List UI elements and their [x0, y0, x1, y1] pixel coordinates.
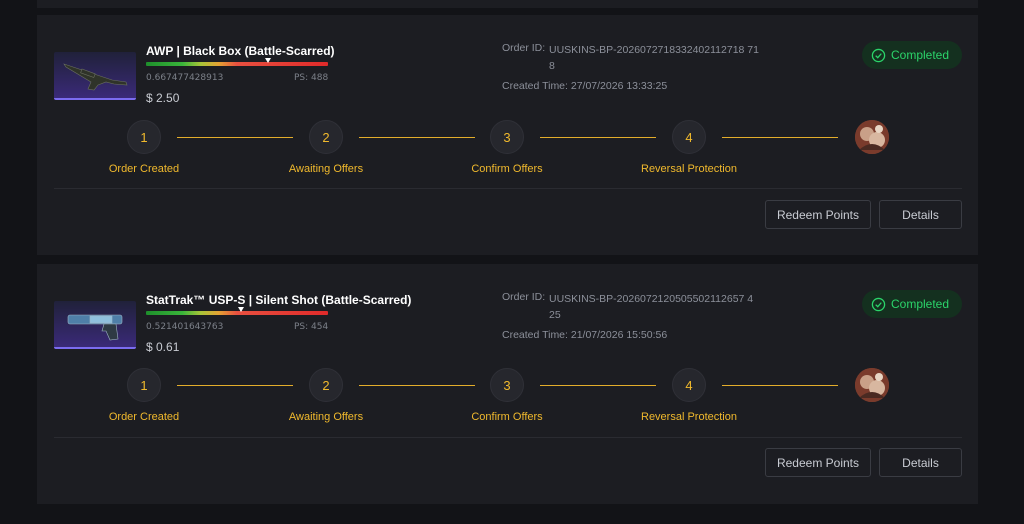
status-text: Completed [891, 48, 950, 62]
step-circle: 3 [490, 368, 524, 402]
created-time: Created Time: 21/07/2026 15:50:56 [502, 329, 668, 341]
order-id: UUSKINS-BP-2026072120505502112657 4 25 [549, 291, 759, 323]
user-avatar-icon [855, 120, 889, 154]
step-label: Reversal Protection [641, 163, 737, 175]
previous-order-card [37, 0, 978, 8]
check-circle-icon [871, 48, 886, 62]
avatar[interactable] [855, 368, 889, 402]
order-card: AWP | Black Box (Battle-Scarred) 0.66747… [37, 15, 978, 255]
step-connector [722, 137, 838, 138]
status-badge: Completed [862, 41, 962, 69]
step-circle: 4 [672, 368, 706, 402]
created-time: Created Time: 27/07/2026 13:33:25 [502, 80, 668, 92]
order-id-line: UUSKINS-BP-2026072120505502112657 4 [549, 293, 754, 305]
order-id-line: 25 [549, 309, 561, 321]
step-circle: 2 [309, 368, 343, 402]
status-badge: Completed [862, 290, 962, 318]
wear-bar [146, 62, 328, 66]
item-price: $ 2.50 [146, 91, 180, 105]
float-value: 0.521401643763 [146, 322, 224, 332]
step-connector [722, 385, 838, 386]
item-name[interactable]: StatTrak™ USP-S | Silent Shot (Battle-Sc… [146, 293, 411, 307]
item-price: $ 0.61 [146, 340, 180, 354]
order-card: StatTrak™ USP-S | Silent Shot (Battle-Sc… [37, 264, 978, 504]
order-id-line: 8 [549, 60, 555, 72]
redeem-points-button[interactable]: Redeem Points [765, 200, 871, 229]
step-label: Order Created [108, 411, 180, 423]
item-name[interactable]: AWP | Black Box (Battle-Scarred) [146, 44, 335, 58]
order-id-line: UUSKINS-BP-2026072718332402112718 71 [549, 44, 759, 56]
item-thumbnail [54, 52, 136, 100]
usp-pistol-icon [67, 314, 123, 341]
step-label: Confirm Offers [471, 163, 543, 175]
awp-rifle-icon [63, 63, 128, 91]
details-button[interactable]: Details [879, 200, 962, 229]
step-circle: 3 [490, 120, 524, 154]
order-id-label: Order ID: [502, 291, 546, 303]
pattern-seed: PS: 488 [294, 73, 329, 83]
divider [54, 437, 962, 438]
step-connector [359, 385, 475, 386]
step-circle: 1 [127, 120, 161, 154]
float-value: 0.667477428913 [146, 73, 224, 83]
step-label: Awaiting Offers [288, 411, 364, 423]
pattern-seed: PS: 454 [294, 322, 329, 332]
wear-marker [264, 58, 271, 63]
step-circle: 1 [127, 368, 161, 402]
step-connector [359, 137, 475, 138]
step-label: Reversal Protection [641, 411, 737, 423]
step-connector [540, 137, 656, 138]
user-avatar-icon [855, 368, 889, 402]
item-thumbnail [54, 301, 136, 349]
order-id-label: Order ID: [502, 42, 546, 54]
step-connector [177, 385, 293, 386]
step-label: Awaiting Offers [288, 163, 364, 175]
status-text: Completed [891, 297, 950, 311]
divider [54, 188, 962, 189]
redeem-points-button[interactable]: Redeem Points [765, 448, 871, 477]
order-id: UUSKINS-BP-2026072718332402112718 71 8 [549, 42, 759, 74]
check-circle-icon [871, 297, 886, 311]
step-label: Confirm Offers [471, 411, 543, 423]
step-label: Order Created [108, 163, 180, 175]
step-connector [177, 137, 293, 138]
details-button[interactable]: Details [879, 448, 962, 477]
step-circle: 4 [672, 120, 706, 154]
avatar[interactable] [855, 120, 889, 154]
step-connector [540, 385, 656, 386]
step-circle: 2 [309, 120, 343, 154]
wear-marker [237, 307, 244, 312]
